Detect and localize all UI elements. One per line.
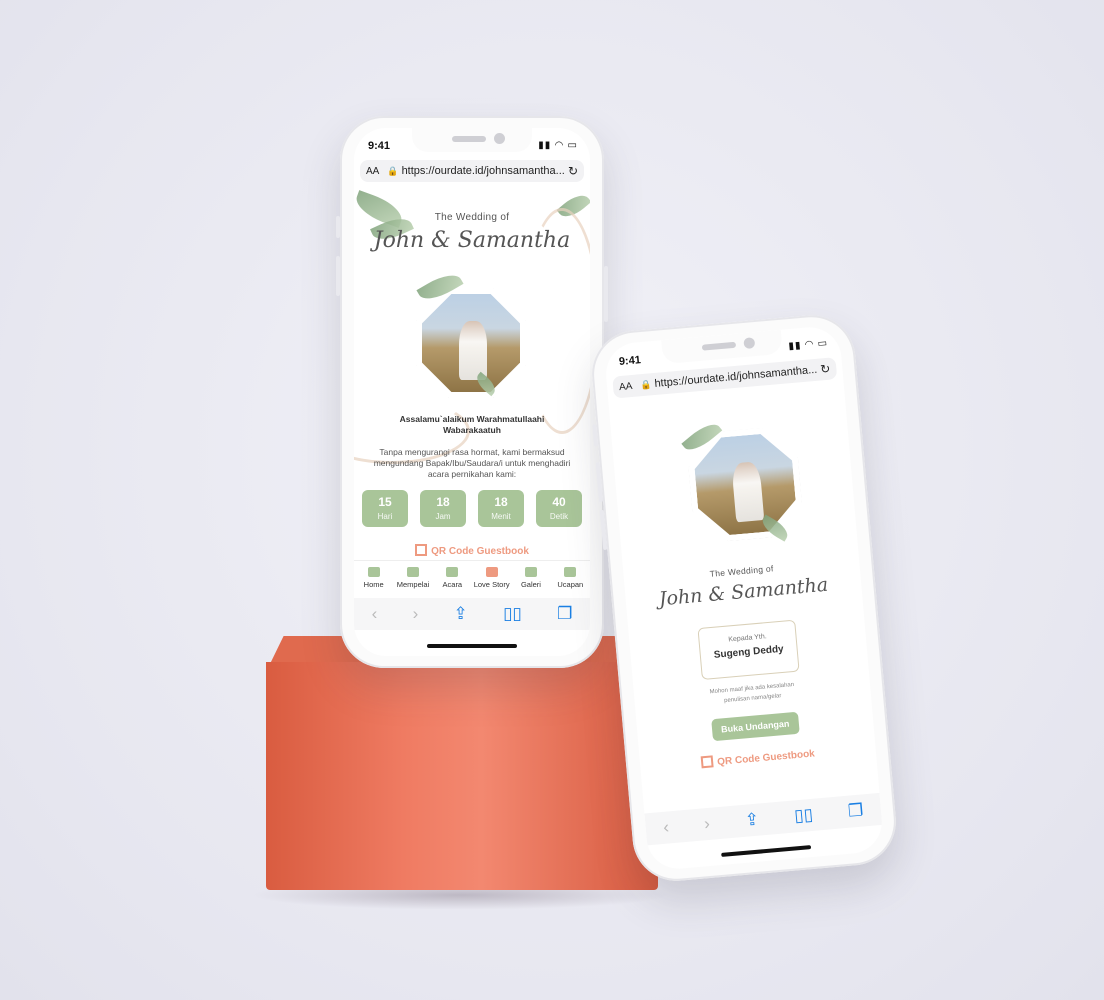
phone-back: 9:41 ▮▮ ◠ ▭ AA 🔒 https://ourdate.id/john… (336, 116, 608, 668)
tabs-icon[interactable]: ❐ (847, 800, 864, 821)
reload-icon[interactable]: ↻ (820, 362, 831, 377)
countdown-minutes: 18 Menit (478, 490, 524, 527)
notch (661, 329, 783, 365)
back-icon[interactable]: ‹ (372, 604, 378, 624)
side-button (336, 256, 340, 296)
signal-wifi-battery-icon: ▮▮ ◠ ▭ (788, 337, 829, 353)
intro-text: Tanpa mengurangi rasa hormat, kami berma… (373, 447, 571, 479)
back-icon[interactable]: ‹ (662, 817, 669, 837)
safari-toolbar: ‹ › ⇪ ▯▯ ❐ (644, 792, 883, 846)
countdown: 15 Hari 18 Jam 18 Menit 40 Detik (362, 490, 582, 527)
share-icon[interactable]: ⇪ (744, 810, 760, 831)
reload-icon[interactable]: ↻ (568, 164, 578, 178)
gallery-icon (524, 567, 537, 577)
lock-icon: 🔒 (387, 165, 399, 176)
nav-love-story[interactable]: Love Story (472, 561, 511, 597)
nav-galeri[interactable]: Galeri (511, 561, 550, 597)
pedestal-front (266, 662, 658, 890)
safari-toolbar: ‹ › ⇪ ▯▯ ❐ (354, 598, 590, 630)
side-button (336, 216, 340, 238)
home-icon (367, 567, 380, 577)
home-indicator (427, 644, 517, 648)
qr-code-icon (415, 544, 428, 556)
tabs-icon[interactable]: ❐ (557, 604, 572, 624)
nav-home[interactable]: Home (354, 561, 393, 597)
status-time: 9:41 (368, 140, 391, 152)
side-button (604, 266, 608, 322)
home-indicator (721, 845, 812, 857)
url-bar[interactable]: AA 🔒 https://ourdate.id/johnsamantha... … (360, 160, 584, 182)
qr-guestbook-link[interactable]: QR Code Guestbook (640, 741, 876, 775)
url-text[interactable]: https://ourdate.id/johnsamantha... (402, 165, 568, 177)
message-icon (564, 567, 577, 577)
screen: 9:41 ▮▮ ◠ ▭ AA 🔒 https://ourdate.id/john… (603, 324, 885, 872)
calendar-icon (446, 567, 459, 577)
countdown-seconds: 40 Detik (536, 490, 582, 527)
nav-acara[interactable]: Acara (433, 561, 472, 597)
forward-icon[interactable]: › (703, 814, 710, 834)
qr-code-icon (700, 755, 714, 769)
status-bar: 9:41 ▮▮ ◠ ▭ (354, 128, 590, 156)
notch (412, 128, 532, 152)
side-button (592, 424, 599, 447)
signal-wifi-battery-icon: ▮▮ ◠ ▭ (538, 140, 578, 151)
bottom-nav: Home Mempelai Acara Love Story Galeri Uc… (354, 560, 590, 597)
guest-name: Sugeng Deddy (713, 643, 785, 661)
phone-front: 9:41 ▮▮ ◠ ▭ AA 🔒 https://ourdate.id/john… (588, 311, 900, 885)
wedding-of-text: The Wedding of (434, 212, 510, 223)
url-text[interactable]: https://ourdate.id/johnsamantha... (654, 364, 821, 390)
couple-names: John & Samantha (373, 228, 571, 253)
name-note: Mohon maaf jika ada kesalahan penulisan … (709, 681, 795, 705)
couple-icon (406, 567, 419, 577)
forward-icon[interactable]: › (413, 604, 419, 624)
text-size-button[interactable]: AA (619, 380, 633, 392)
couple-photo (416, 288, 526, 398)
guest-card: Kepada Yth. Sugeng Deddy (697, 619, 800, 680)
share-icon[interactable]: ⇪ (454, 604, 468, 624)
qr-guestbook-link[interactable]: QR Code Guestbook (354, 544, 590, 557)
open-invitation-button[interactable]: Buka Undangan (711, 711, 800, 742)
countdown-hours: 18 Jam (420, 490, 466, 527)
nav-ucapan[interactable]: Ucapan (551, 561, 590, 597)
nav-mempelai[interactable]: Mempelai (393, 561, 432, 597)
lock-icon: 🔒 (639, 378, 652, 390)
greeting-text: Assalamu`alaikum Warahmatullaahi Wabarak… (399, 414, 545, 435)
heart-icon (485, 567, 498, 577)
countdown-days: 15 Hari (362, 490, 408, 527)
bookmarks-icon[interactable]: ▯▯ (503, 604, 522, 624)
bookmarks-icon[interactable]: ▯▯ (793, 805, 813, 827)
text-size-button[interactable]: AA (366, 166, 379, 177)
status-time: 9:41 (618, 354, 642, 368)
screen: 9:41 ▮▮ ◠ ▭ AA 🔒 https://ourdate.id/john… (354, 128, 590, 656)
